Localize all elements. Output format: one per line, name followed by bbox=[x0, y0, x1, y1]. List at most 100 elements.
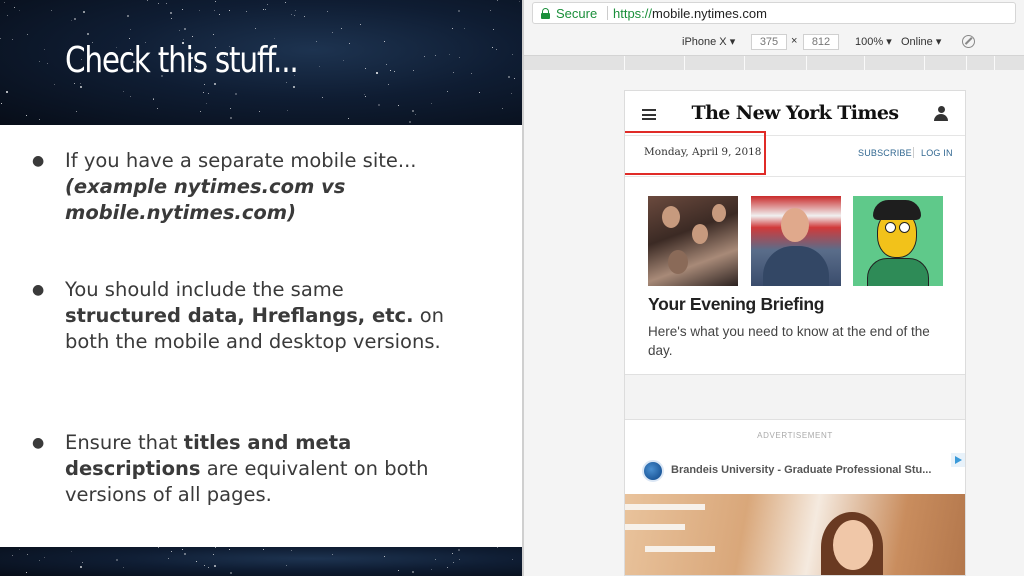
device-select[interactable]: iPhone X ▾ bbox=[682, 35, 735, 48]
star-decoration bbox=[255, 28, 256, 29]
brandeis-logo-icon bbox=[642, 460, 664, 482]
star-decoration bbox=[343, 60, 344, 61]
width-field[interactable]: 375 bbox=[751, 34, 787, 50]
star-decoration bbox=[215, 547, 216, 548]
bullet-text-bold: structured data, Hreflangs, etc. bbox=[65, 304, 414, 327]
star-decoration bbox=[452, 28, 453, 29]
star-decoration bbox=[179, 30, 180, 31]
star-decoration bbox=[6, 91, 8, 93]
star-decoration bbox=[327, 11, 328, 12]
star-decoration bbox=[493, 29, 494, 30]
bullet-marker: ● bbox=[32, 435, 45, 451]
star-decoration bbox=[285, 2, 286, 3]
star-decoration bbox=[214, 565, 216, 567]
bullet-text-main: If you have a separate mobile site... bbox=[65, 149, 417, 172]
star-decoration bbox=[271, 70, 272, 71]
slide-title: Check this stuff... bbox=[65, 40, 299, 81]
address-bar[interactable]: Secure https://mobile.nytimes.com bbox=[532, 2, 1016, 24]
briefing-thumbnail[interactable] bbox=[853, 196, 943, 286]
star-decoration bbox=[170, 12, 172, 14]
star-decoration bbox=[258, 51, 260, 53]
article-summary: Here's what you need to know at the end … bbox=[648, 324, 930, 358]
star-decoration bbox=[83, 11, 85, 13]
rotate-icon[interactable] bbox=[962, 35, 975, 48]
star-decoration bbox=[44, 557, 45, 558]
media-query-ruler bbox=[524, 55, 1024, 70]
zoom-select[interactable]: 100% ▾ bbox=[855, 35, 892, 48]
star-decoration bbox=[224, 56, 225, 57]
star-decoration bbox=[80, 566, 82, 568]
star-decoration bbox=[235, 93, 237, 95]
star-decoration bbox=[458, 10, 460, 12]
network-select[interactable]: Online ▾ bbox=[901, 35, 941, 48]
star-decoration bbox=[39, 61, 40, 62]
star-decoration bbox=[27, 554, 28, 555]
star-decoration bbox=[54, 84, 55, 85]
briefing-thumbnail[interactable] bbox=[751, 196, 841, 286]
ad-unit[interactable]: Brandeis University - Graduate Professio… bbox=[625, 450, 965, 492]
star-decoration bbox=[230, 108, 231, 109]
star-decoration bbox=[4, 2, 5, 3]
star-decoration bbox=[378, 104, 380, 106]
article-headline[interactable]: Your Evening Briefing bbox=[648, 294, 824, 315]
star-decoration bbox=[82, 68, 83, 69]
star-decoration bbox=[294, 15, 295, 16]
star-decoration bbox=[332, 32, 333, 33]
star-decoration bbox=[447, 567, 448, 568]
star-decoration bbox=[316, 41, 317, 42]
star-decoration bbox=[464, 28, 465, 29]
lock-icon bbox=[541, 8, 550, 19]
briefing-thumbnail[interactable] bbox=[648, 196, 738, 286]
star-decoration bbox=[116, 55, 118, 57]
slide-header-background: Check this stuff... bbox=[0, 0, 522, 125]
star-decoration bbox=[82, 562, 83, 563]
star-decoration bbox=[364, 94, 365, 95]
star-decoration bbox=[263, 549, 264, 550]
star-decoration bbox=[246, 11, 247, 12]
star-decoration bbox=[199, 10, 200, 11]
section-separator bbox=[625, 374, 965, 420]
star-decoration bbox=[286, 565, 287, 566]
bullet-marker: ● bbox=[32, 153, 45, 169]
star-decoration bbox=[123, 91, 124, 92]
star-decoration bbox=[14, 7, 15, 8]
star-decoration bbox=[182, 42, 184, 44]
star-decoration bbox=[497, 0, 498, 1]
star-decoration bbox=[19, 10, 20, 11]
star-decoration bbox=[304, 16, 305, 17]
star-decoration bbox=[206, 103, 207, 104]
star-decoration bbox=[116, 47, 117, 48]
subscribe-link[interactable]: SUBSCRIBE bbox=[858, 148, 912, 158]
star-decoration bbox=[332, 554, 333, 555]
star-decoration bbox=[80, 86, 82, 88]
star-decoration bbox=[203, 92, 204, 93]
star-decoration bbox=[259, 111, 260, 112]
ad-headline[interactable]: Brandeis University - Graduate Professio… bbox=[671, 464, 931, 476]
user-icon[interactable] bbox=[934, 106, 948, 122]
star-decoration bbox=[413, 70, 414, 71]
star-decoration bbox=[168, 558, 169, 559]
address-separator bbox=[607, 6, 608, 20]
star-decoration bbox=[458, 549, 460, 551]
star-decoration bbox=[196, 66, 197, 67]
device-toolbar: iPhone X ▾ 375 × 812 100% ▾ Online ▾ bbox=[524, 31, 1024, 53]
star-decoration bbox=[514, 78, 515, 79]
adchoices-icon[interactable] bbox=[951, 453, 965, 467]
bullet-text: Ensure that titles and meta descriptions… bbox=[65, 430, 465, 508]
star-decoration bbox=[74, 83, 75, 84]
star-decoration bbox=[459, 57, 460, 58]
star-decoration bbox=[133, 61, 135, 63]
star-decoration bbox=[213, 34, 214, 35]
star-decoration bbox=[214, 10, 215, 11]
url-scheme: https:// bbox=[613, 6, 653, 21]
height-field[interactable]: 812 bbox=[803, 34, 839, 50]
nyt-logo[interactable]: The New York Times bbox=[625, 102, 965, 124]
star-decoration bbox=[365, 96, 366, 97]
star-decoration bbox=[502, 108, 503, 109]
star-decoration bbox=[409, 121, 411, 123]
star-decoration bbox=[71, 20, 72, 21]
star-decoration bbox=[47, 63, 48, 64]
ad-image[interactable] bbox=[625, 494, 965, 575]
star-decoration bbox=[412, 110, 414, 112]
login-link[interactable]: LOG IN bbox=[921, 148, 953, 158]
